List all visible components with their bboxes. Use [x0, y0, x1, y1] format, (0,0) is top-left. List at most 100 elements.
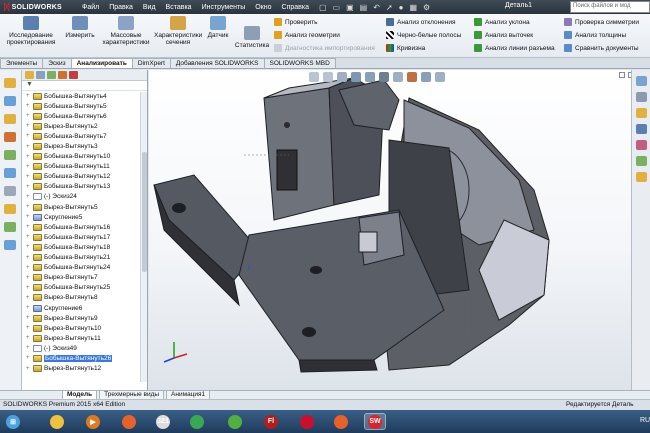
xbox-icon[interactable]	[224, 413, 246, 430]
menu-window[interactable]: Окно	[255, 4, 271, 11]
menu-tools[interactable]: Инструменты	[202, 4, 246, 11]
media-player-icon[interactable]: ▶	[82, 413, 104, 430]
pattern-icon[interactable]	[4, 168, 16, 178]
view-orientation-icon[interactable]	[365, 72, 375, 82]
custom-properties-icon[interactable]	[636, 156, 647, 166]
expand-icon[interactable]: +	[26, 214, 32, 220]
import-diagnostics-button[interactable]: Диагностика импортирования	[274, 44, 375, 52]
expand-icon[interactable]: +	[26, 244, 32, 250]
tree-item[interactable]: + Бобышка-Вытянуть18	[22, 242, 147, 252]
expand-icon[interactable]: +	[26, 144, 32, 150]
extrude-icon[interactable]	[4, 78, 16, 88]
expand-icon[interactable]: +	[26, 174, 32, 180]
tab-evaluate[interactable]: Анализировать	[70, 58, 133, 68]
start-button[interactable]: ⊞	[2, 413, 24, 430]
expand-icon[interactable]: +	[26, 204, 32, 210]
file-explorer-pane-icon[interactable]	[636, 108, 647, 118]
expand-icon[interactable]: +	[26, 234, 32, 240]
sensor-button[interactable]: Датчик	[204, 16, 232, 39]
tree-item[interactable]: + Бобышка-Вытянуть25	[22, 283, 147, 293]
edit-appearance-icon[interactable]	[407, 72, 417, 82]
display-manager-tab-icon[interactable]	[69, 71, 78, 79]
menu-edit[interactable]: Правка	[109, 4, 133, 11]
tray-language[interactable]: RU	[640, 417, 650, 424]
previous-view-icon[interactable]	[337, 72, 347, 82]
design-study-button[interactable]: Исследование проектирования	[2, 16, 60, 46]
tree-item[interactable]: + Скругление6	[22, 303, 147, 313]
shell-icon[interactable]	[4, 204, 16, 214]
tree-item[interactable]: + Бобышка-Вытянуть13	[22, 182, 147, 192]
design-library-icon[interactable]	[636, 92, 647, 102]
select-icon[interactable]: ➚	[386, 3, 393, 12]
expand-icon[interactable]: +	[26, 275, 32, 281]
feature-tree-tab-icon[interactable]	[25, 71, 34, 79]
open-icon[interactable]: ▭	[333, 3, 341, 12]
parting-line-analysis-button[interactable]: Анализ линии разъема	[474, 44, 555, 52]
tree-item[interactable]: + Бобышка-Вытянуть16	[22, 222, 147, 232]
geometry-analysis-button[interactable]: Анализ геометрии	[274, 31, 340, 39]
filter-icon[interactable]: ▼	[22, 81, 147, 91]
expand-icon[interactable]: +	[26, 123, 32, 129]
revolve-icon[interactable]	[4, 96, 16, 106]
expand-icon[interactable]: +	[26, 265, 32, 271]
tree-item[interactable]: + Бобышка-Вытянуть4	[22, 91, 147, 101]
firefox-icon-2[interactable]	[330, 413, 352, 430]
tree-item[interactable]: + Бобышка-Вытянуть12	[22, 172, 147, 182]
tree-item[interactable]: + (-) Эскиз49	[22, 343, 147, 353]
appearances-icon[interactable]	[636, 140, 647, 150]
expand-icon[interactable]: +	[26, 366, 32, 372]
firefox-icon[interactable]	[118, 413, 140, 430]
loft-icon[interactable]	[4, 132, 16, 142]
adobe-app-icon[interactable]	[296, 413, 318, 430]
zoom-to-fit-icon[interactable]	[309, 72, 319, 82]
tree-scrollbar-thumb[interactable]	[142, 152, 147, 272]
statistics-button[interactable]: Статистика	[234, 26, 270, 49]
solidworks-forum-icon[interactable]	[636, 172, 647, 182]
measure-button[interactable]: Измерить	[62, 16, 98, 39]
tree-item[interactable]: + Вырез-Вытянуть5	[22, 202, 147, 212]
reference-geometry-icon[interactable]	[4, 222, 16, 232]
compare-documents-button[interactable]: Сравнить документы	[564, 44, 639, 52]
calendar-app-icon[interactable]: 321	[152, 413, 174, 430]
tree-item[interactable]: + Вырез-Вытянуть7	[22, 273, 147, 283]
tree-item[interactable]: + Бобышка-Вытянуть6	[22, 111, 147, 121]
mass-properties-button[interactable]: Массовые характеристики	[100, 16, 152, 46]
tree-item[interactable]: + Бобышка-Вытянуть10	[22, 152, 147, 162]
expand-icon[interactable]: +	[26, 133, 32, 139]
menu-view[interactable]: Вид	[143, 4, 156, 11]
expand-icon[interactable]: +	[26, 315, 32, 321]
tree-item[interactable]: + Вырез-Вытянуть2	[22, 121, 147, 131]
view-settings-icon[interactable]	[435, 72, 445, 82]
tree-item[interactable]: + Бобышка-Вытянуть17	[22, 232, 147, 242]
rebuild-icon[interactable]: ●	[399, 3, 404, 12]
expand-icon[interactable]: +	[26, 255, 32, 261]
dimxpert-tab-icon[interactable]	[58, 71, 67, 79]
tab-dimxpert[interactable]: DimXpert	[131, 58, 171, 68]
view-palette-icon[interactable]	[636, 124, 647, 134]
display-style-icon[interactable]	[379, 72, 389, 82]
tree-scrollbar[interactable]	[140, 92, 147, 382]
flash-icon[interactable]: Fl	[260, 413, 282, 430]
apply-scene-icon[interactable]	[421, 72, 431, 82]
expand-icon[interactable]: +	[26, 113, 32, 119]
tree-item[interactable]: + Вырез-Вытянуть3	[22, 141, 147, 151]
expand-icon[interactable]: +	[26, 335, 32, 341]
restore-icon[interactable]	[619, 72, 625, 78]
draft-analysis-button[interactable]: Анализ уклона	[474, 18, 530, 26]
section-view-icon[interactable]	[351, 72, 361, 82]
zebra-stripes-button[interactable]: Черно-белые полосы	[386, 31, 461, 39]
section-properties-button[interactable]: Характеристики сечения	[154, 16, 202, 46]
curvature-button[interactable]: Кривизна	[386, 44, 425, 52]
symmetry-check-button[interactable]: Проверка симметрии	[564, 18, 639, 26]
expand-icon[interactable]: +	[26, 184, 32, 190]
expand-icon[interactable]: +	[26, 345, 32, 351]
expand-icon[interactable]: +	[26, 164, 32, 170]
tree-item[interactable]: + Скругление5	[22, 212, 147, 222]
tree-item[interactable]: + Вырез-Вытянуть10	[22, 323, 147, 333]
sweep-icon[interactable]	[4, 114, 16, 124]
save-icon[interactable]: ▣	[346, 3, 354, 12]
deviation-analysis-button[interactable]: Анализ отклонения	[386, 18, 456, 26]
tree-item[interactable]: + Вырез-Вытянуть9	[22, 313, 147, 323]
tree-item[interactable]: + Бобышка-Вытянуть7	[22, 131, 147, 141]
expand-icon[interactable]: +	[26, 285, 32, 291]
